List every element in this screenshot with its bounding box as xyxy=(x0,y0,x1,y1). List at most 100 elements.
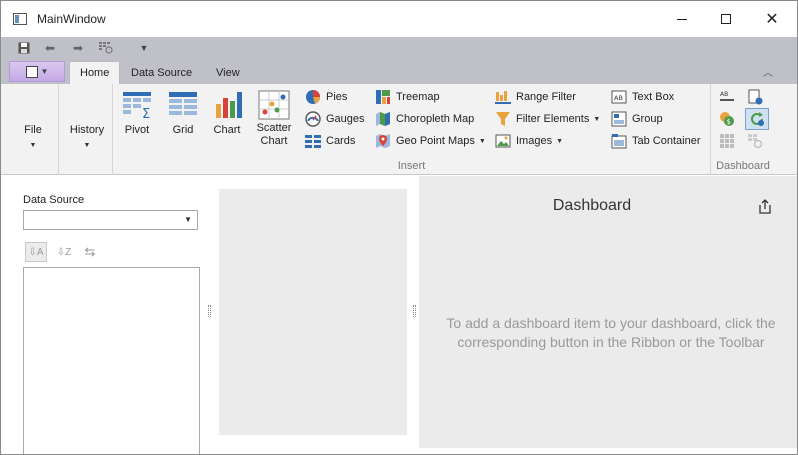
history-button[interactable]: History ▼ xyxy=(65,124,109,149)
ribbon-tab-row: ▼ Home Data Source View ︿ xyxy=(1,59,797,84)
chevron-down-icon: ▼ xyxy=(556,137,564,145)
data-items-panel xyxy=(219,189,407,435)
ribbon-group-dashboard: AB $ Dashboard xyxy=(711,84,775,175)
chart-button[interactable]: Chart xyxy=(209,90,245,137)
gauges-icon xyxy=(305,111,321,127)
sort-ascending-button[interactable]: ⇩A xyxy=(25,242,47,262)
filter-icon xyxy=(496,112,510,126)
minimize-icon xyxy=(677,18,687,20)
dashboard-hint-line-1: To add a dashboard item to your dashboar… xyxy=(446,315,776,331)
range-filter-icon xyxy=(495,91,511,104)
parameters-icon xyxy=(720,134,734,148)
data-source-panel: Data Source ▼ ⇩A ⇩Z ⇆ xyxy=(1,176,208,454)
save-button[interactable] xyxy=(15,40,33,56)
sort-ascending-icon: ⇩A xyxy=(28,246,44,258)
text-box-button[interactable]: AB Text Box xyxy=(611,88,674,106)
dashboard-title: Dashboard xyxy=(552,197,632,214)
ribbon-group-file: File ▼ xyxy=(1,84,59,175)
minimize-button[interactable] xyxy=(659,1,705,37)
dashboard-empty-hint: To add a dashboard item to your dashboar… xyxy=(425,314,797,352)
customize-qat-button[interactable]: ▼ xyxy=(135,40,153,56)
text-box-label: Text Box xyxy=(632,91,675,103)
file-button[interactable]: File ▼ xyxy=(13,124,53,149)
gauges-button[interactable]: Gauges xyxy=(305,110,365,128)
insert-group-caption: Insert xyxy=(397,160,426,172)
filter-elements-button[interactable]: Filter Elements ▼ xyxy=(495,110,600,128)
parameters-button[interactable] xyxy=(719,132,739,150)
chevron-down-icon: ▼ xyxy=(593,115,601,123)
history-label: History xyxy=(69,124,105,136)
data-source-combo[interactable]: ▼ xyxy=(23,210,198,230)
pivot-label: Pivot xyxy=(124,124,150,136)
geo-point-maps-label: Geo Point Maps xyxy=(396,135,475,147)
tab-home[interactable]: Home xyxy=(69,61,121,84)
chart-label: Chart xyxy=(213,124,241,136)
scatter-chart-button[interactable]: Scatter Chart xyxy=(253,90,295,148)
refresh-data-button[interactable] xyxy=(97,40,115,56)
tab-container-button[interactable]: Tab Container xyxy=(611,132,701,150)
pies-button[interactable]: Pies xyxy=(305,88,347,106)
chevron-down-icon: ▼ xyxy=(478,137,486,145)
pivot-icon: Σ xyxy=(123,92,151,120)
svg-text:AB: AB xyxy=(720,91,728,98)
update-data-button[interactable] xyxy=(747,132,767,150)
geo-point-maps-icon xyxy=(376,134,390,148)
file-label: File xyxy=(24,124,42,136)
maximize-icon xyxy=(721,14,731,24)
field-list[interactable] xyxy=(23,267,200,454)
redo-icon: ➡ xyxy=(72,41,84,55)
chevron-down-icon: ▼ xyxy=(83,142,91,149)
svg-text:Σ: Σ xyxy=(142,107,150,120)
treemap-button[interactable]: Treemap xyxy=(375,88,440,106)
undo-button[interactable]: ⬅ xyxy=(41,40,59,56)
pivot-button[interactable]: Σ Pivot xyxy=(119,90,155,137)
images-button[interactable]: Images ▼ xyxy=(495,132,563,150)
chevron-up-icon: ︿ xyxy=(763,68,773,79)
dashboard-group-caption: Dashboard xyxy=(716,160,770,172)
maximize-button[interactable] xyxy=(703,1,749,37)
window-app-icon xyxy=(13,13,27,25)
cards-icon xyxy=(305,135,321,148)
pies-icon xyxy=(306,90,320,104)
undo-icon: ⬅ xyxy=(44,41,56,55)
text-box-icon: AB xyxy=(611,90,627,104)
collapse-ribbon-button[interactable]: ︿ xyxy=(763,64,773,79)
geo-point-maps-button[interactable]: Geo Point Maps ▼ xyxy=(375,132,486,150)
group-button[interactable]: Group xyxy=(611,110,663,128)
dashboard-hint-line-2: corresponding button in the Ribbon or th… xyxy=(457,334,765,350)
cards-button[interactable]: Cards xyxy=(305,132,355,150)
left-splitter-handle[interactable] xyxy=(208,305,211,317)
refresh-icon xyxy=(751,112,764,126)
main-window: MainWindow ✕ ⬅ ➡ ▼ ▼ Home Data Source Vi… xyxy=(0,0,798,455)
tab-data-source[interactable]: Data Source xyxy=(121,61,202,84)
svg-text:$: $ xyxy=(727,118,731,126)
filter-elements-label: Filter Elements xyxy=(516,113,590,125)
redo-button[interactable]: ➡ xyxy=(69,40,87,56)
pies-label: Pies xyxy=(326,91,348,103)
group-label: Group xyxy=(632,113,663,125)
dashboard-title-button[interactable]: AB xyxy=(719,88,739,106)
right-splitter-handle[interactable] xyxy=(413,305,416,317)
close-button[interactable]: ✕ xyxy=(749,1,795,37)
tab-container-icon xyxy=(611,134,627,149)
export-icon[interactable] xyxy=(757,198,773,214)
range-filter-button[interactable]: Range Filter xyxy=(495,88,576,106)
group-icon xyxy=(611,111,627,127)
automatic-updates-button[interactable] xyxy=(745,108,769,130)
choropleth-map-label: Choropleth Map xyxy=(396,113,475,125)
currency-button[interactable]: $ xyxy=(719,110,739,128)
quick-access-toolbar: ⬅ ➡ ▼ xyxy=(1,37,797,59)
scatter-chart-label-line2: Chart xyxy=(260,135,288,147)
choropleth-map-button[interactable]: Choropleth Map xyxy=(375,110,474,128)
title-icon: AB xyxy=(720,91,734,101)
chevron-down-icon: ▼ xyxy=(29,142,37,149)
dashboard-settings-button[interactable] xyxy=(747,88,767,106)
chevron-down-icon: ▼ xyxy=(40,67,49,76)
tab-view[interactable]: View xyxy=(206,61,250,84)
sort-descending-icon: ⇩Z xyxy=(56,246,72,258)
application-menu-button[interactable]: ▼ xyxy=(9,61,65,82)
grid-button[interactable]: Grid xyxy=(165,90,201,137)
sort-descending-button[interactable]: ⇩Z xyxy=(53,242,75,262)
data-source-label: Data Source xyxy=(23,194,85,206)
group-fields-button[interactable]: ⇆ xyxy=(79,242,101,262)
